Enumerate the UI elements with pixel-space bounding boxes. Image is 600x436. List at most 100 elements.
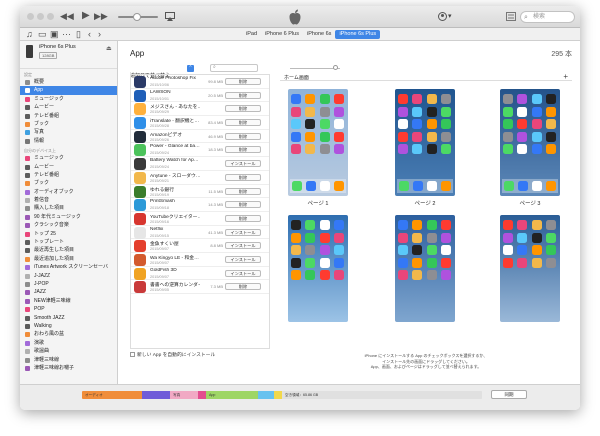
home-app-icon[interactable] [305, 106, 316, 117]
app-row[interactable]: Netflix 2015/09/15 41.3 MB インストール [131, 226, 269, 240]
home-app-icon[interactable] [333, 220, 344, 230]
sort-arrow-icon[interactable]: ⌃ [187, 65, 194, 72]
home-app-icon[interactable] [305, 94, 316, 104]
home-app-icon[interactable] [440, 270, 451, 280]
home-app-icon[interactable] [531, 220, 542, 230]
home-app-icon[interactable] [398, 220, 408, 230]
app-action-button[interactable]: 削除 [225, 146, 261, 154]
home-screen-page-3[interactable] [500, 89, 560, 196]
home-app-icon[interactable] [398, 245, 408, 255]
dock-app-icon[interactable] [320, 181, 330, 191]
play-button[interactable]: ▶ [82, 11, 90, 21]
account-icon[interactable] [438, 12, 447, 21]
home-app-icon[interactable] [412, 144, 423, 154]
list-view-icon[interactable] [506, 12, 516, 21]
sidebar-setting-item[interactable]: App [20, 86, 117, 95]
minimize-window-icon[interactable] [37, 13, 44, 20]
home-app-icon[interactable] [319, 119, 330, 129]
tv-icon[interactable]: ▣ [50, 29, 59, 40]
previous-track-button[interactable]: ◀◀ [60, 11, 74, 21]
sidebar-setting-item[interactable]: ブック [20, 120, 117, 128]
home-app-icon[interactable] [545, 232, 556, 243]
home-app-icon[interactable] [305, 270, 316, 280]
back-icon[interactable]: ‹ [88, 29, 91, 40]
dock-app-icon[interactable] [518, 181, 528, 191]
app-row[interactable]: GoldFish 3D 2015/09/07 インストール [131, 267, 269, 281]
sidebar-device-item[interactable]: 最近再生した項目 [20, 246, 117, 254]
music-icon[interactable]: ♫ [26, 29, 33, 40]
home-app-icon[interactable] [426, 94, 437, 104]
home-app-icon[interactable] [545, 257, 556, 268]
airplay-icon[interactable] [165, 12, 175, 21]
home-app-icon[interactable] [305, 220, 316, 230]
app-action-button[interactable]: 削除 [225, 119, 261, 127]
movie-icon[interactable]: ▭ [38, 29, 47, 40]
app-action-button[interactable]: 削除 [225, 91, 261, 99]
app-row[interactable]: iTranslate - 翻訳機と… 2015/09/28 83.4 MB 削除 [131, 116, 269, 130]
home-app-icon[interactable] [426, 270, 437, 280]
zoom-window-icon[interactable] [47, 13, 54, 20]
device-icon[interactable]: ▯ [76, 29, 81, 40]
sidebar-setting-item[interactable]: 写真 [20, 128, 117, 136]
home-app-icon[interactable] [305, 232, 316, 243]
sidebar-device-item[interactable]: NEW津軽三味線 [20, 297, 117, 305]
app-action-button[interactable]: インストール [225, 160, 261, 168]
app-action-button[interactable]: 削除 [225, 214, 261, 222]
home-app-icon[interactable] [291, 232, 301, 243]
home-app-icon[interactable] [517, 106, 528, 117]
sidebar-device-item[interactable]: 津軽三味線お囃子 [20, 364, 117, 372]
app-row[interactable]: Power - Glance at ba… 2015/09/24 18.3 MB 削除 [131, 143, 269, 158]
home-app-icon[interactable] [426, 106, 437, 117]
home-app-icon[interactable] [305, 257, 316, 268]
home-app-icon[interactable] [291, 220, 301, 230]
home-app-icon[interactable] [503, 119, 513, 129]
home-app-icon[interactable] [412, 106, 423, 117]
dock-app-icon[interactable] [334, 181, 344, 191]
home-app-icon[interactable] [412, 94, 423, 104]
home-app-icon[interactable] [531, 144, 542, 154]
app-row[interactable]: 書書への逆算カレンダー 2015/09/05 7.3 MB 削除 [131, 280, 269, 294]
home-app-icon[interactable] [440, 94, 451, 104]
app-search-input[interactable]: ⌕ [210, 64, 258, 72]
home-app-icon[interactable] [333, 270, 344, 280]
sidebar-device-item[interactable]: クラシック音楽 [20, 221, 117, 229]
home-app-icon[interactable] [440, 220, 451, 230]
sidebar-device-item[interactable]: 着信音 [20, 196, 117, 204]
close-window-icon[interactable] [27, 13, 34, 20]
sidebar-device-item[interactable]: POP [20, 305, 117, 313]
home-screen-page-4[interactable] [288, 215, 348, 322]
home-app-icon[interactable] [412, 257, 423, 268]
sidebar-setting-item[interactable]: 概要 [20, 78, 117, 86]
home-app-icon[interactable] [412, 131, 423, 142]
home-app-icon[interactable] [545, 106, 556, 117]
sidebar-device-item[interactable]: トップ 25 [20, 230, 117, 238]
home-app-icon[interactable] [531, 232, 542, 243]
home-app-icon[interactable] [426, 131, 437, 142]
zoom-knob[interactable] [333, 65, 338, 70]
home-app-icon[interactable] [319, 220, 330, 230]
sidebar-setting-item[interactable]: 情報 [20, 137, 117, 145]
home-app-icon[interactable] [517, 220, 528, 230]
home-app-icon[interactable] [333, 144, 344, 154]
app-row[interactable]: PrintSmash 2015/09/18 14.3 MB 削除 [131, 198, 269, 212]
home-app-icon[interactable] [531, 119, 542, 129]
home-app-icon[interactable] [440, 119, 451, 129]
sidebar-device-item[interactable]: 購入した項目 [20, 204, 117, 212]
dock-app-icon[interactable] [546, 181, 556, 191]
app-action-button[interactable]: 削除 [225, 132, 261, 140]
home-app-icon[interactable] [291, 106, 301, 117]
app-action-button[interactable]: 削除 [225, 173, 261, 181]
home-app-icon[interactable] [517, 119, 528, 129]
search-input[interactable]: ⌕ 検索 [520, 11, 575, 23]
home-app-icon[interactable] [531, 257, 542, 268]
volume-knob[interactable] [133, 13, 141, 21]
home-app-icon[interactable] [545, 94, 556, 104]
app-row[interactable]: Wa Kingyo LE - 和金… 2015/09/07 インストール [131, 253, 269, 267]
home-app-icon[interactable] [531, 245, 542, 255]
dock-app-icon[interactable] [532, 181, 542, 191]
home-screen-page-2[interactable] [395, 89, 455, 196]
app-action-button[interactable]: インストール [225, 242, 261, 250]
more-icon[interactable]: ··· [62, 29, 71, 40]
app-action-button[interactable]: 削除 [225, 201, 261, 209]
device-tab-iphone-6s-plus[interactable]: iPhone 6s Plus [335, 30, 381, 39]
